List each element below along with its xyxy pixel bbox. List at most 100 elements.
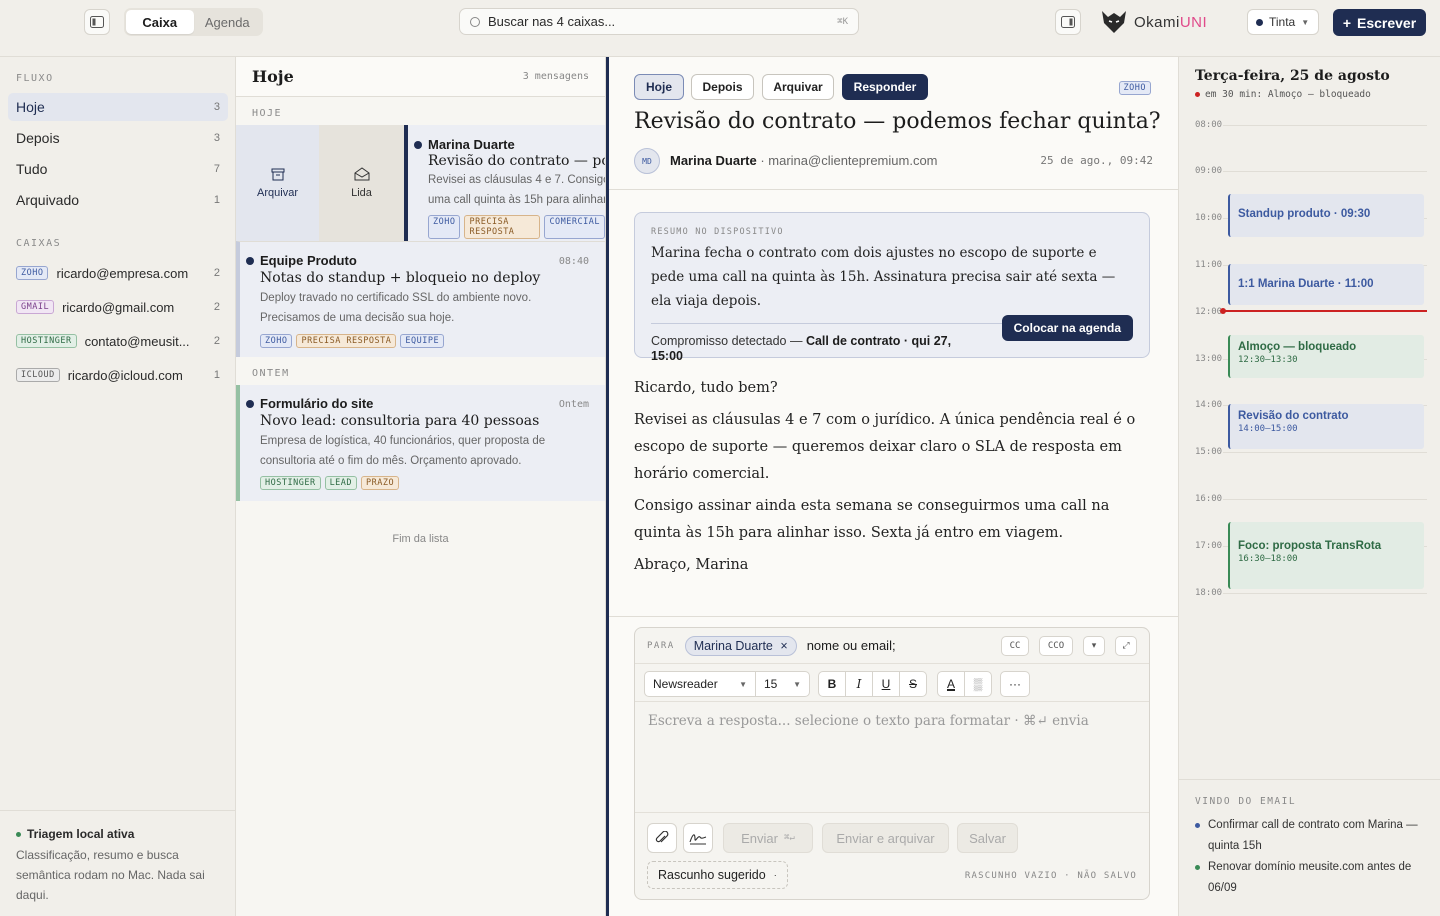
calendar-event[interactable]: 1:1 Marina Duarte · 11:00 <box>1228 264 1424 305</box>
task-item[interactable]: Confirmar call de contrato com Marina — … <box>1195 815 1425 857</box>
to-field[interactable]: PARA Marina Duarte × nome ou email; CC C… <box>635 628 1149 664</box>
dropdown-icon[interactable]: ▾ <box>1083 635 1105 656</box>
chevron-down-icon: ▼ <box>739 679 747 689</box>
signature-icon[interactable] <box>683 823 713 853</box>
bold-icon[interactable]: B <box>818 671 846 697</box>
top-bar: Caixa Agenda Buscar nas 4 caixas... ⌘K O… <box>0 0 1440 57</box>
suggested-draft-button[interactable]: Rascunho sugerido · <box>647 861 788 889</box>
sidebar-item-depois[interactable]: Depois 3 <box>8 124 228 152</box>
search-input[interactable]: Buscar nas 4 caixas... ⌘K <box>459 8 859 35</box>
event-time: 12:30–13:30 <box>1238 355 1298 365</box>
action-archive-button[interactable]: Arquivar <box>762 74 834 100</box>
calendar-event[interactable]: Foco: proposta TransRota 16:30–18:00 <box>1228 522 1424 589</box>
hour-label: 10:00 <box>1195 213 1223 223</box>
event-title: Revisão do contrato <box>1238 410 1349 422</box>
calendar-event[interactable]: Almoço — bloqueado 12:30–13:30 <box>1228 335 1424 378</box>
more-options-icon[interactable]: ··· <box>1000 671 1030 697</box>
message-subject: Notas do standup + bloqueio no deploy <box>260 270 541 286</box>
event-title: Foco: proposta TransRota <box>1238 540 1382 552</box>
sender-info: Marina Duarte · marina@clientepremium.co… <box>670 153 938 168</box>
tag: EQUIPE <box>400 334 445 348</box>
task-item[interactable]: Renovar domínio meusite.com antes de 06/… <box>1195 857 1425 899</box>
sidebar-item-arquivado[interactable]: Arquivado 1 <box>8 186 228 214</box>
send-button[interactable]: Enviar ⌘↵ <box>723 823 813 853</box>
mailbox-item-gmail[interactable]: GMAIL ricardo@gmail.com 2 <box>16 296 220 318</box>
action-hoje-button[interactable]: Hoje <box>634 74 684 100</box>
tab-agenda[interactable]: Agenda <box>194 10 262 34</box>
current-time-line <box>1223 310 1427 312</box>
message-subject: Novo lead: consultoria para 40 pessoas <box>260 413 540 429</box>
highlight-icon[interactable]: ▒ <box>964 671 992 697</box>
calendar-event[interactable]: Standup produto · 09:30 <box>1228 194 1424 237</box>
envelope-open-icon <box>354 167 369 181</box>
reply-editor[interactable]: Escreva a resposta... selecione o texto … <box>648 713 1089 729</box>
hour-label: 12:00 <box>1195 307 1223 317</box>
swipe-archive-label: Arquivar <box>257 186 298 199</box>
group-label-yesterday: ONTEM <box>252 368 290 379</box>
archive-icon <box>271 168 284 180</box>
body-paragraph: Consigo assinar ainda esta semana se con… <box>634 498 1110 541</box>
mailbox-count: 2 <box>213 335 220 347</box>
calendar-event[interactable]: Revisão do contrato 14:00–15:00 <box>1228 404 1424 449</box>
reply-composer: PARA Marina Duarte × nome ou email; CC C… <box>609 616 1178 916</box>
message-preview: consultoria até o fim do mês. Orçamento … <box>260 455 522 467</box>
message-preview: Revisei as cláusulas 4 e 7. Consigo assi… <box>428 174 606 186</box>
local-triage-status: Triagem local ativa Classificação, resum… <box>0 810 236 916</box>
detected-commitment: Compromisso detectado — Call de contrato… <box>651 334 981 364</box>
sidebar: FLUXO Hoje 3 Depois 3 Tudo 7 Arquivado 1 CAI… <box>0 57 236 916</box>
message-tags: ZOHO PRECISA RESPOSTA COMERCIAL <box>428 215 605 239</box>
recipient-chip[interactable]: Marina Duarte × <box>684 635 797 656</box>
list-item[interactable]: Equipe Produto 08:40 Notas do standup + … <box>236 241 605 357</box>
composer-box: PARA Marina Duarte × nome ou email; CC C… <box>634 627 1150 900</box>
hour-label: 08:00 <box>1195 120 1223 130</box>
compose-button[interactable]: + Escrever <box>1333 9 1426 36</box>
expand-icon[interactable]: ⤢ <box>1115 635 1137 656</box>
strikethrough-icon[interactable]: S <box>899 671 927 697</box>
remove-recipient-icon[interactable]: × <box>780 639 787 653</box>
tag: ZOHO <box>260 334 293 348</box>
current-time-dot <box>1220 308 1226 314</box>
mailbox-item-icloud[interactable]: ICLOUD ricardo@icloud.com 1 <box>16 364 220 386</box>
draft-label: Rascunho sugerido <box>658 868 766 882</box>
hour-label: 18:00 <box>1195 588 1223 598</box>
mailbox-tag: HOSTINGER <box>16 334 77 348</box>
to-input[interactable]: nome ou email; <box>807 638 896 653</box>
sidebar-item-tudo[interactable]: Tudo 7 <box>8 155 228 183</box>
action-reply-button[interactable]: Responder <box>842 74 928 100</box>
mailbox-email: contato@meusit... <box>84 333 190 349</box>
from-email-tasks: VINDO DO EMAIL Confirmar call de contrat… <box>1179 779 1440 916</box>
send-archive-button[interactable]: Enviar e arquivar <box>822 823 949 853</box>
font-size-select[interactable]: 15 ▼ <box>755 671 810 697</box>
add-to-calendar-button[interactable]: Colocar na agenda <box>1001 315 1133 341</box>
action-depois-button[interactable]: Depois <box>691 74 754 100</box>
sidebar-toggle-icon[interactable] <box>84 9 110 35</box>
tag: PRECISA RESPOSTA <box>464 215 541 239</box>
list-header: Hoje 3 mensagens <box>236 57 605 97</box>
hour-label: 11:00 <box>1195 260 1223 270</box>
message-from: Formulário do site <box>260 396 374 411</box>
sidebar-item-hoje[interactable]: Hoje 3 <box>8 93 228 121</box>
italic-icon[interactable]: I <box>845 671 873 697</box>
list-item[interactable]: Marina Duarte Revisão do contrato — pode… <box>404 125 605 241</box>
nav-label: Tudo <box>16 161 48 177</box>
nav-label: Arquivado <box>16 192 80 208</box>
attach-icon[interactable] <box>647 823 677 853</box>
send-shortcut: ⌘↵ <box>784 833 795 843</box>
theme-select[interactable]: Tinta ▼ <box>1247 9 1319 35</box>
cco-button[interactable]: CCO <box>1039 635 1073 656</box>
font-select[interactable]: Newsreader ▼ <box>644 671 756 697</box>
commitment-prefix: Compromisso detectado — <box>651 334 806 348</box>
underline-icon[interactable]: U <box>872 671 900 697</box>
tab-caixa[interactable]: Caixa <box>126 10 194 34</box>
caret-icon: · <box>773 870 777 880</box>
mailbox-item-zoho[interactable]: ZOHO ricardo@empresa.com 2 <box>16 262 220 284</box>
mailbox-item-hostinger[interactable]: HOSTINGER contato@meusit... 2 <box>16 330 220 352</box>
text-color-icon[interactable]: A <box>937 671 965 697</box>
save-button[interactable]: Salvar <box>957 823 1018 853</box>
swipe-read-button[interactable]: Lida <box>319 125 404 241</box>
swipe-archive-button[interactable]: Arquivar <box>236 125 319 241</box>
end-of-list: Fim da lista <box>392 533 449 545</box>
cc-button[interactable]: CC <box>1001 635 1029 656</box>
calendar-panel-toggle-icon[interactable] <box>1055 9 1081 35</box>
list-item[interactable]: Formulário do site Ontem Novo lead: cons… <box>236 385 605 501</box>
